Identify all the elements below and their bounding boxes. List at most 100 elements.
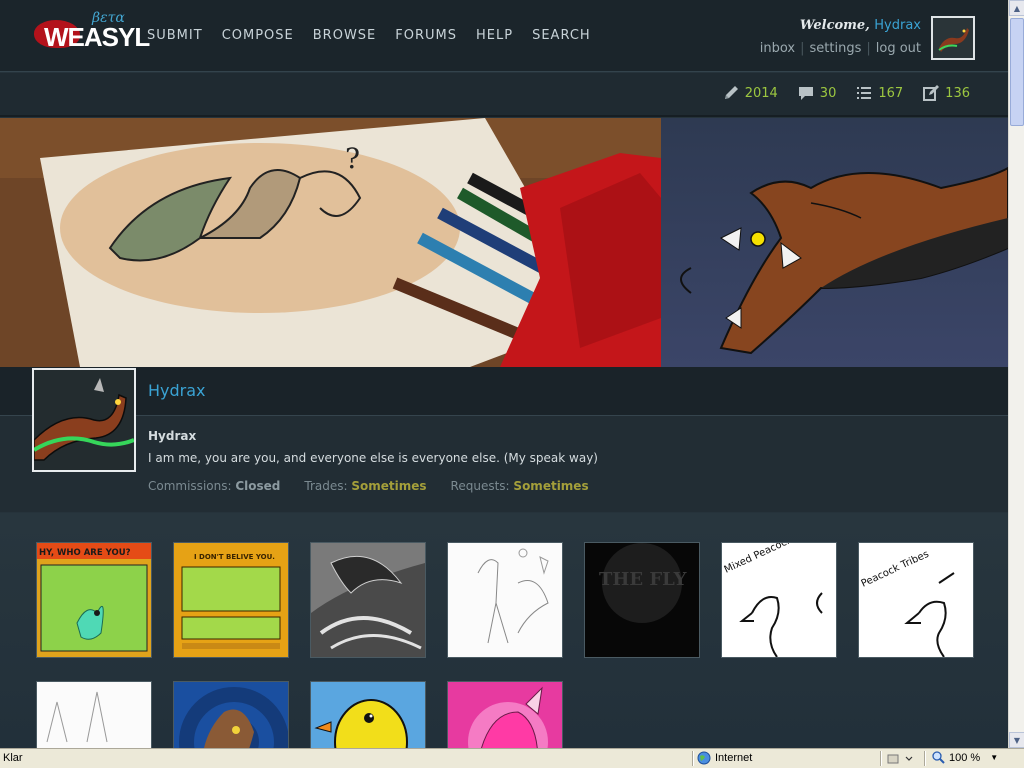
menu-separator: |	[866, 41, 871, 56]
gallery-thumb[interactable]: Peacock Tribes	[858, 542, 974, 658]
gallery-thumb[interactable]: Mixed Peacocks	[721, 542, 837, 658]
thumb-caption: I DON'T BELIVE YOU.	[194, 553, 275, 561]
magnifier-icon	[932, 751, 945, 764]
site-header: WEASYL βετα Submit Compose Browse Forums…	[0, 0, 1008, 72]
banner-photo: ?	[0, 118, 661, 367]
trades-value: Sometimes	[351, 479, 427, 493]
thumb-caption: HY, WHO ARE YOU?	[39, 548, 131, 558]
commissions-value: Closed	[235, 479, 281, 493]
user-menu: inbox | settings | log out	[760, 41, 921, 56]
comment-icon	[798, 87, 813, 100]
requests-status: Requests: Sometimes	[451, 479, 589, 493]
thumb-image: Mixed Peacocks	[722, 543, 836, 657]
status-divider	[880, 751, 882, 766]
gallery-thumb[interactable]	[310, 681, 426, 748]
header-avatar[interactable]	[931, 16, 975, 60]
commissions-status: Commissions: Closed	[148, 479, 280, 493]
profile-username: Hydrax	[148, 429, 197, 443]
trades-label: Trades:	[304, 479, 348, 493]
profile-banner: ?	[0, 118, 1008, 367]
security-zone[interactable]: Internet	[697, 751, 752, 765]
profile-header: Hydrax	[0, 367, 1008, 416]
page-viewport: WEASYL βετα Submit Compose Browse Forums…	[0, 0, 1008, 748]
zoom-control[interactable]: 100 % ▼	[932, 751, 998, 764]
scroll-down-arrow-icon[interactable]: ▼	[1009, 732, 1024, 748]
current-user-link[interactable]: Hydrax	[874, 18, 921, 33]
protected-mode-icon[interactable]	[887, 753, 913, 765]
profile-avatar[interactable]	[32, 368, 136, 472]
menu-separator: |	[800, 41, 805, 56]
status-divider	[924, 751, 926, 766]
thumb-image: HY, WHO ARE YOU?	[37, 543, 151, 657]
gallery-thumb[interactable]: I DON'T BELIVE YOU.	[173, 542, 289, 658]
logo-text: WEASYL	[44, 22, 150, 52]
zone-label: Internet	[715, 752, 753, 764]
nav-compose[interactable]: Compose	[222, 28, 294, 43]
stat-submissions[interactable]: 2014	[722, 84, 778, 102]
commissions-label: Commissions:	[148, 479, 232, 493]
beta-label: βετα	[92, 10, 125, 26]
stat-journals[interactable]: 136	[922, 84, 970, 102]
gallery-thumb[interactable]: HY, WHO ARE YOU?	[36, 542, 152, 658]
thumb-image	[37, 682, 151, 748]
scroll-up-arrow-icon[interactable]: ▲	[1009, 0, 1024, 16]
nav-submit[interactable]: Submit	[147, 28, 203, 43]
stat-value: 30	[819, 85, 837, 101]
svg-text:?: ?	[345, 142, 360, 175]
notification-stats: 2014 30 167 136	[722, 84, 970, 102]
gallery-thumb[interactable]: THE FLY	[584, 542, 700, 658]
status-text: Klar	[3, 752, 23, 764]
browser-status-bar: Klar Internet 100 % ▼	[0, 748, 1024, 768]
zoom-level: 100 %	[949, 751, 981, 764]
logout-link[interactable]: log out	[876, 41, 921, 56]
submission-gallery: HY, WHO ARE YOU? I DON'T BELIVE YOU. THE…	[0, 513, 1008, 748]
banner-artwork	[661, 118, 1008, 367]
banner-drawing-image: ?	[0, 118, 661, 367]
thumb-image: THE FLY	[585, 543, 699, 657]
stat-comments[interactable]: 30	[797, 84, 837, 102]
profile-info: Hydrax I am me, you are you, and everyon…	[0, 416, 1008, 512]
requests-label: Requests:	[450, 479, 510, 493]
requests-value: Sometimes	[513, 479, 589, 493]
dragon-banner-image	[680, 166, 1008, 355]
pencil-icon	[724, 86, 738, 99]
profile-display-name[interactable]: Hydrax	[148, 381, 206, 400]
status-divider	[692, 751, 694, 766]
stat-notifications[interactable]: 167	[855, 84, 903, 102]
thumb-image	[448, 543, 562, 657]
dragon-avatar-icon	[933, 18, 973, 58]
thumb-image	[311, 543, 425, 657]
site-logo[interactable]: WEASYL βετα	[34, 10, 150, 52]
welcome-message: Welcome, Hydrax	[800, 18, 921, 33]
zoom-dropdown-icon[interactable]: ▼	[990, 753, 998, 762]
thumb-image	[448, 682, 562, 748]
edit-note-icon	[923, 85, 940, 101]
vertical-scrollbar[interactable]: ▲ ▼	[1008, 0, 1024, 748]
thumb-image: Peacock Tribes	[859, 543, 973, 657]
gallery-thumb[interactable]	[173, 681, 289, 748]
dragon-avatar-image	[34, 370, 134, 470]
stat-value: 167	[878, 85, 904, 101]
globe-icon	[697, 751, 711, 765]
main-nav: Submit Compose Browse Forums Help Search	[147, 28, 591, 43]
trades-status: Trades: Sometimes	[304, 479, 426, 493]
thumb-caption: THE FLY	[599, 569, 688, 590]
scrollbar-thumb[interactable]	[1010, 18, 1024, 126]
gallery-thumb[interactable]	[447, 681, 563, 748]
gallery-thumb[interactable]	[310, 542, 426, 658]
nav-search[interactable]: Search	[532, 28, 591, 43]
stats-bar: 2014 30 167 136	[0, 73, 1008, 117]
thumb-image: I DON'T BELIVE YOU.	[174, 543, 288, 657]
inbox-link[interactable]: inbox	[760, 41, 795, 56]
nav-help[interactable]: Help	[476, 28, 513, 43]
profile-status: Commissions: Closed Trades: Sometimes Re…	[148, 479, 589, 493]
settings-link[interactable]: settings	[810, 41, 862, 56]
thumb-image	[311, 682, 425, 748]
gallery-thumb[interactable]	[447, 542, 563, 658]
gallery-thumb[interactable]	[36, 681, 152, 748]
nav-browse[interactable]: Browse	[313, 28, 377, 43]
nav-forums[interactable]: Forums	[395, 28, 457, 43]
list-icon	[857, 87, 872, 99]
welcome-prefix: Welcome,	[799, 18, 870, 33]
stat-value: 2014	[744, 85, 778, 101]
